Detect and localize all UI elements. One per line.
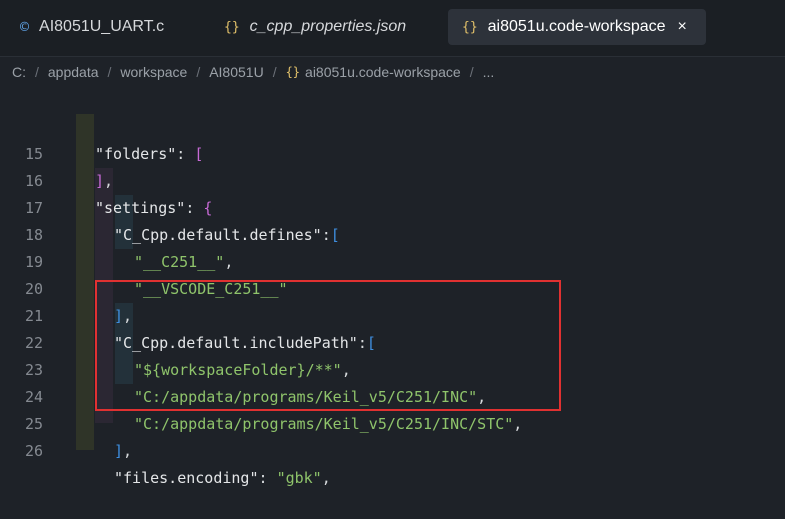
breadcrumb-item-appdata[interactable]: appdata	[48, 64, 99, 80]
breadcrumb-ellipsis[interactable]: ...	[483, 64, 495, 80]
c-file-icon: ©	[20, 18, 30, 36]
close-icon[interactable]: ×	[678, 18, 687, 36]
breadcrumb-separator: /	[469, 64, 474, 80]
breadcrumb-separator: /	[272, 64, 277, 80]
tab-ai8051u-uart-c[interactable]: © AI8051U_UART.c	[20, 9, 164, 45]
tab-ai8051u-code-workspace[interactable]: {} ai8051u.code-workspace ×	[448, 9, 706, 45]
json-file-icon: {}	[224, 19, 240, 35]
breadcrumb: C: / appdata / workspace / AI8051U / {} …	[0, 57, 785, 87]
line-number: 26	[24, 442, 43, 460]
code-line: 26 "files.encoding": "gbk",	[0, 411, 785, 487]
breadcrumb-item-file[interactable]: ai8051u.code-workspace	[305, 64, 461, 80]
highlight-box	[95, 280, 561, 411]
tab-bar: © AI8051U_UART.c {} c_cpp_properties.jso…	[0, 0, 785, 57]
code-line: 15 ],	[0, 114, 785, 190]
tab-label: c_cpp_properties.json	[249, 18, 407, 35]
json-file-icon: {}	[285, 65, 301, 79]
code-text: ],	[114, 442, 133, 460]
code-line: 17 "C_Cpp.default.defines":[	[0, 168, 785, 244]
breadcrumb-item-ai8051u[interactable]: AI8051U	[209, 64, 263, 80]
code-line: "folders": [	[0, 87, 785, 163]
json-file-icon: {}	[462, 19, 478, 35]
code-text: "files.encoding": "gbk",	[114, 469, 331, 487]
tab-label: AI8051U_UART.c	[39, 18, 165, 35]
code-line: 19 "__VSCODE_C251__"	[0, 222, 785, 298]
breadcrumb-item-workspace[interactable]: workspace	[120, 64, 187, 80]
breadcrumb-separator: /	[196, 64, 201, 80]
code-editor[interactable]: "folders": [ 15 ], 16 "settings": { 17 "…	[0, 87, 785, 487]
breadcrumb-separator: /	[35, 64, 39, 80]
tab-c-cpp-properties-json[interactable]: {} c_cpp_properties.json	[224, 9, 406, 45]
code-line: 20 ],	[0, 249, 785, 325]
code-line: 18 "__C251__",	[0, 195, 785, 271]
breadcrumb-item-drive[interactable]: C:	[12, 64, 26, 80]
breadcrumb-separator: /	[107, 64, 112, 80]
tab-label: ai8051u.code-workspace	[487, 18, 666, 35]
code-line: 16 "settings": {	[0, 141, 785, 217]
